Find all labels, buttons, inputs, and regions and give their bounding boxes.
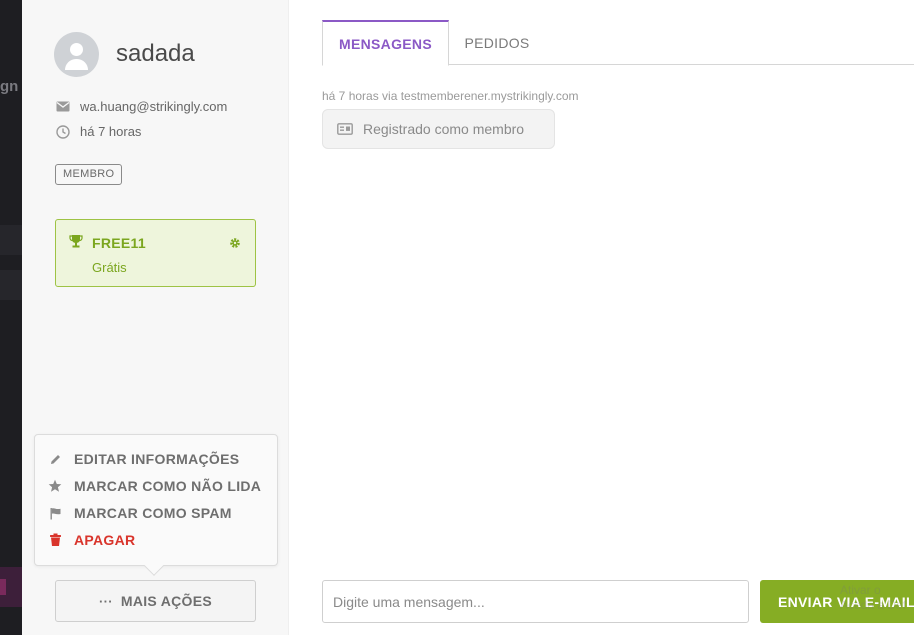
message-meta: há 7 horas via testmemberener.mystriking…	[322, 89, 579, 103]
contact-email-row: wa.huang@strikingly.com	[56, 99, 227, 114]
id-card-icon	[337, 123, 353, 135]
plan-price-label: Grátis	[92, 260, 127, 275]
envelope-icon	[56, 100, 70, 114]
send-email-button[interactable]: ENVIAR VIA E-MAIL	[760, 580, 914, 623]
contact-sidebar: sadada wa.huang@strikingly.com há 7 hora…	[22, 0, 289, 635]
avatar	[54, 32, 99, 77]
event-text: Registrado como membro	[363, 121, 525, 137]
trash-icon	[47, 532, 63, 548]
edit-info-menu-item[interactable]: EDITAR INFORMAÇÕES	[47, 451, 239, 467]
contact-time-row: há 7 horas	[56, 124, 141, 139]
mark-unread-label: MARCAR COMO NÃO LIDA	[74, 478, 262, 494]
edit-info-label: EDITAR INFORMAÇÕES	[74, 451, 240, 467]
contact-name: sadada	[116, 40, 195, 67]
more-actions-label: MAIS AÇÕES	[120, 593, 213, 609]
background-row	[0, 225, 22, 255]
popover-arrow	[144, 556, 164, 576]
background-accent	[0, 567, 22, 607]
background-app-strip: gn	[0, 0, 22, 635]
mark-unread-menu-item[interactable]: MARCAR COMO NÃO LIDA	[47, 478, 261, 494]
conversation-tabs: MENSAGENS PEDIDOS	[322, 20, 914, 66]
mark-spam-menu-item[interactable]: MARCAR COMO SPAM	[47, 505, 232, 521]
mark-spam-label: MARCAR COMO SPAM	[74, 505, 232, 521]
gear-icon[interactable]	[229, 236, 241, 254]
pencil-icon	[47, 451, 63, 467]
background-partial-text: gn	[0, 78, 19, 95]
tab-orders[interactable]: PEDIDOS	[449, 20, 545, 65]
more-actions-button[interactable]: ··· MAIS AÇÕES	[55, 580, 256, 622]
plan-name: FREE11	[92, 235, 146, 251]
contact-last-seen: há 7 horas	[80, 124, 142, 139]
event-message: Registrado como membro	[322, 109, 555, 149]
background-row	[0, 270, 22, 300]
more-actions-menu: EDITAR INFORMAÇÕES MARCAR COMO NÃO LIDA …	[34, 434, 278, 576]
tab-messages[interactable]: MENSAGENS	[322, 20, 449, 66]
flag-icon	[47, 505, 63, 521]
star-icon	[47, 478, 63, 494]
clock-icon	[56, 124, 70, 139]
trophy-icon	[69, 234, 83, 253]
message-input[interactable]	[322, 580, 749, 623]
delete-label: APAGAR	[74, 532, 136, 548]
delete-menu-item[interactable]: APAGAR	[47, 532, 135, 548]
membership-plan-card[interactable]: FREE11 Grátis	[55, 219, 256, 287]
contact-email: wa.huang@strikingly.com	[80, 99, 228, 114]
member-badge: MEMBRO	[55, 164, 123, 185]
ellipsis-icon: ···	[98, 593, 113, 609]
